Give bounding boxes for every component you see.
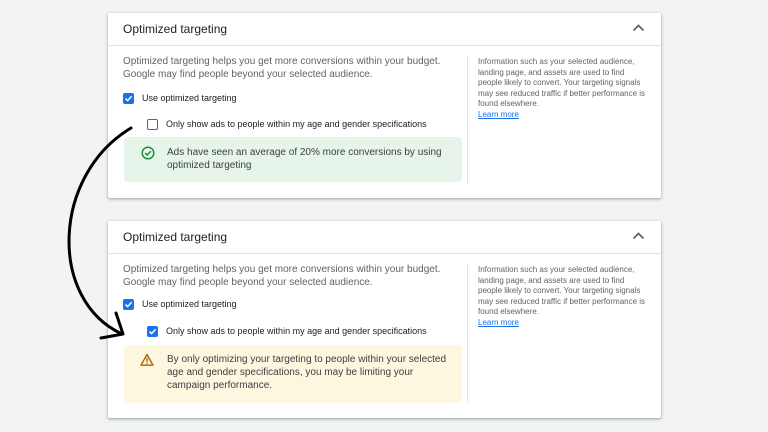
notice-text: Ads have seen an average of 20% more con…	[167, 147, 442, 171]
optimized-targeting-panel-before: Optimized targeting Optimized targeting …	[108, 13, 661, 198]
info-text: Information such as your selected audien…	[478, 265, 646, 316]
panel-description: Optimized targeting helps you get more c…	[123, 56, 441, 80]
success-notice: Ads have seen an average of 20% more con…	[124, 137, 462, 182]
panel-settings: Optimized targeting helps you get more c…	[123, 55, 463, 81]
warning-notice: By only optimizing your targeting to peo…	[124, 345, 462, 403]
use-optimized-targeting-label: Use optimized targeting	[142, 93, 237, 103]
age-gender-only-checkbox[interactable]: Only show ads to people within my age an…	[147, 116, 427, 132]
panel-header[interactable]: Optimized targeting	[108, 13, 661, 46]
panel-settings: Optimized targeting helps you get more c…	[123, 263, 463, 289]
use-optimized-targeting-label: Use optimized targeting	[142, 299, 237, 309]
info-panel: Information such as your selected audien…	[478, 265, 650, 328]
panel-title: Optimized targeting	[123, 230, 228, 244]
learn-more-link[interactable]: Learn more	[478, 318, 519, 329]
age-gender-only-label: Only show ads to people within my age an…	[166, 119, 427, 129]
column-divider	[467, 55, 468, 183]
age-gender-only-checkbox[interactable]: Only show ads to people within my age an…	[147, 323, 427, 339]
use-optimized-targeting-checkbox[interactable]: Use optimized targeting	[123, 90, 237, 106]
checkbox-checked-icon[interactable]	[147, 325, 158, 337]
checkbox-unchecked-icon[interactable]	[147, 118, 158, 130]
chevron-up-icon[interactable]	[632, 231, 645, 240]
info-panel: Information such as your selected audien…	[478, 57, 650, 120]
notice-text: By only optimizing your targeting to peo…	[167, 354, 447, 391]
chevron-up-icon[interactable]	[632, 23, 645, 32]
warning-icon	[140, 353, 154, 366]
check-circle-icon	[141, 146, 155, 160]
learn-more-link[interactable]: Learn more	[478, 110, 519, 121]
panel-header[interactable]: Optimized targeting	[108, 221, 661, 254]
checkbox-checked-icon[interactable]	[123, 92, 134, 104]
panel-title: Optimized targeting	[123, 22, 228, 36]
info-text: Information such as your selected audien…	[478, 57, 646, 108]
use-optimized-targeting-checkbox[interactable]: Use optimized targeting	[123, 296, 237, 312]
checkbox-checked-icon[interactable]	[123, 298, 134, 310]
panel-description: Optimized targeting helps you get more c…	[123, 264, 441, 288]
age-gender-only-label: Only show ads to people within my age an…	[166, 326, 427, 336]
optimized-targeting-panel-after: Optimized targeting Optimized targeting …	[108, 221, 661, 418]
column-divider	[467, 263, 468, 403]
